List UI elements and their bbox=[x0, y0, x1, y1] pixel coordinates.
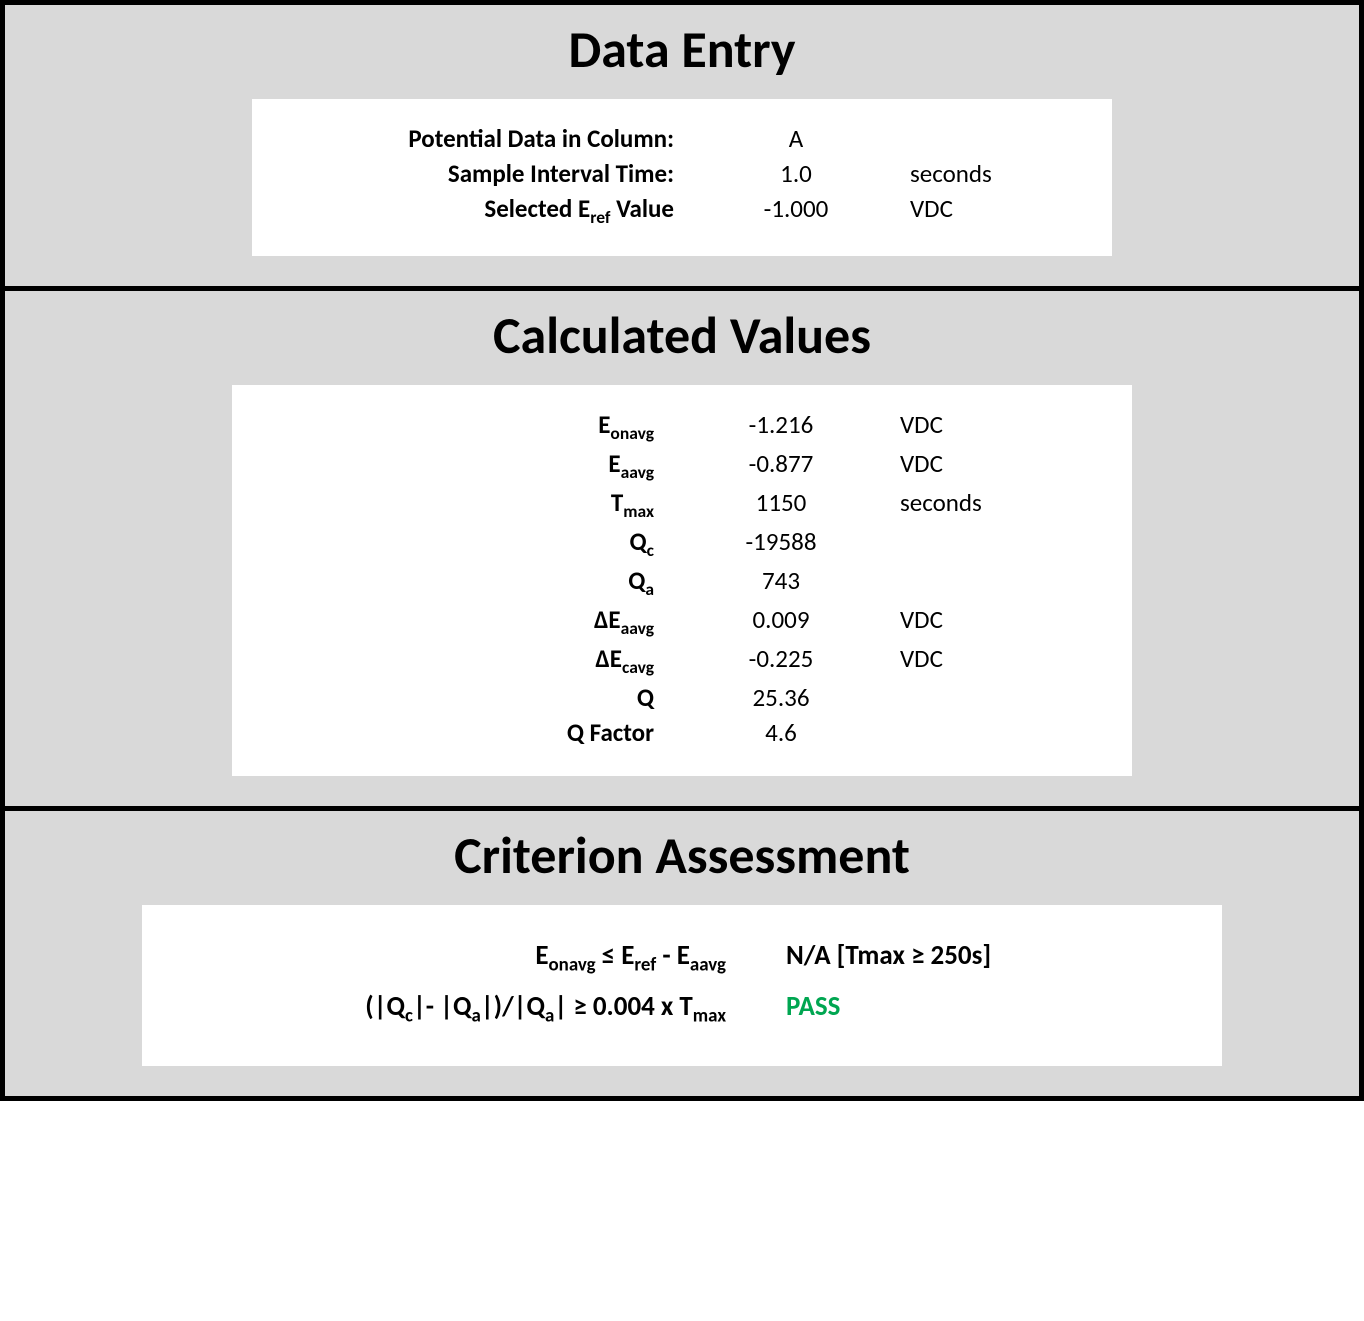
calculated-unit: VDC bbox=[876, 448, 1108, 479]
field-label: Potential Data in Column: bbox=[276, 123, 706, 154]
field-unit: seconds bbox=[886, 158, 1088, 189]
calculated-row: Eonavg-1.216VDC bbox=[256, 409, 1108, 444]
data-entry-row: Potential Data in Column:A bbox=[276, 123, 1088, 154]
calculated-label: Eaavg bbox=[256, 448, 686, 483]
calculated-label: ΔEcavg bbox=[256, 643, 686, 678]
criterion-panel: Eonavg ≤ Eref - EaavgN/A [Tmax ≥ 250s](|… bbox=[142, 905, 1222, 1066]
field-value: A bbox=[706, 123, 886, 154]
calculated-value: 1150 bbox=[686, 487, 876, 518]
calculated-row: Q25.36 bbox=[256, 682, 1108, 713]
calculated-section: Calculated Values Eonavg-1.216VDCEaavg-0… bbox=[5, 291, 1359, 811]
calculated-value: 25.36 bbox=[686, 682, 876, 713]
calculated-row: Q Factor4.6 bbox=[256, 717, 1108, 748]
field-label: Sample Interval Time: bbox=[276, 158, 706, 189]
calculated-value: 0.009 bbox=[686, 604, 876, 635]
criterion-result: PASS bbox=[786, 990, 1198, 1023]
criterion-row: (|Qc|- |Qa|)/|Qa| ≥ 0.004 x TmaxPASS bbox=[166, 990, 1198, 1027]
calculated-label: Qa bbox=[256, 565, 686, 600]
criterion-result: N/A [Tmax ≥ 250s] bbox=[786, 939, 1198, 972]
calculated-value: 4.6 bbox=[686, 717, 876, 748]
calculated-unit: VDC bbox=[876, 643, 1108, 674]
calculated-label: ΔEaavg bbox=[256, 604, 686, 639]
calculated-unit: VDC bbox=[876, 604, 1108, 635]
data-entry-section: Data Entry Potential Data in Column:ASam… bbox=[5, 5, 1359, 291]
calculated-label: Qc bbox=[256, 526, 686, 561]
calculated-value: 743 bbox=[686, 565, 876, 596]
calculated-value: -0.225 bbox=[686, 643, 876, 674]
calculated-label: Q Factor bbox=[256, 717, 686, 748]
calculated-row: Qc-19588 bbox=[256, 526, 1108, 561]
criterion-section: Criterion Assessment Eonavg ≤ Eref - Eaa… bbox=[5, 811, 1359, 1096]
calculated-title: Calculated Values bbox=[5, 291, 1359, 385]
calculated-row: ΔEaavg0.009VDC bbox=[256, 604, 1108, 639]
field-unit: VDC bbox=[886, 193, 1088, 224]
calculated-panel: Eonavg-1.216VDCEaavg-0.877VDCTmax1150sec… bbox=[232, 385, 1132, 776]
data-entry-row: Selected Eref Value-1.000VDC bbox=[276, 193, 1088, 228]
field-value: -1.000 bbox=[706, 193, 886, 224]
calculated-value: -19588 bbox=[686, 526, 876, 557]
calculated-row: Qa743 bbox=[256, 565, 1108, 600]
calculated-value: -1.216 bbox=[686, 409, 876, 440]
data-entry-row: Sample Interval Time:1.0seconds bbox=[276, 158, 1088, 189]
calculated-value: -0.877 bbox=[686, 448, 876, 479]
calculated-row: ΔEcavg-0.225VDC bbox=[256, 643, 1108, 678]
criterion-title: Criterion Assessment bbox=[5, 811, 1359, 905]
calculated-unit: seconds bbox=[876, 487, 1108, 518]
data-entry-panel: Potential Data in Column:ASample Interva… bbox=[252, 99, 1112, 256]
calculated-label: Tmax bbox=[256, 487, 686, 522]
criterion-row: Eonavg ≤ Eref - EaavgN/A [Tmax ≥ 250s] bbox=[166, 939, 1198, 976]
calculated-row: Eaavg-0.877VDC bbox=[256, 448, 1108, 483]
calculated-label: Q bbox=[256, 682, 686, 713]
criterion-expression: (|Qc|- |Qa|)/|Qa| ≥ 0.004 x Tmax bbox=[166, 990, 786, 1027]
document-container: Data Entry Potential Data in Column:ASam… bbox=[0, 0, 1364, 1101]
field-label: Selected Eref Value bbox=[276, 193, 706, 228]
calculated-unit: VDC bbox=[876, 409, 1108, 440]
calculated-row: Tmax1150seconds bbox=[256, 487, 1108, 522]
calculated-label: Eonavg bbox=[256, 409, 686, 444]
criterion-expression: Eonavg ≤ Eref - Eaavg bbox=[166, 939, 786, 976]
data-entry-title: Data Entry bbox=[5, 5, 1359, 99]
field-value: 1.0 bbox=[706, 158, 886, 189]
